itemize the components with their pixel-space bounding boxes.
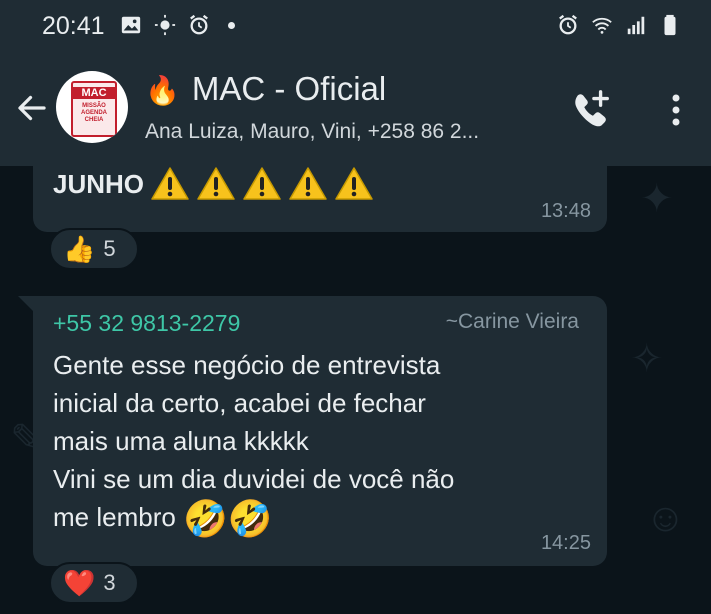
- warning-emoji-icon: [289, 167, 327, 200]
- warning-emoji-icon: [335, 167, 373, 200]
- arrow-back-icon[interactable]: [14, 90, 50, 126]
- group-avatar[interactable]: MAC MISSÃO AGENDA CHEIA: [56, 71, 128, 143]
- message-line: Vini se um dia duvidei de você não: [53, 464, 455, 494]
- alarm-icon: [559, 14, 577, 35]
- fire-emoji: 🔥: [145, 75, 180, 106]
- battery-icon: [664, 14, 676, 36]
- group-name: MAC - Oficial: [191, 70, 387, 107]
- wallpaper-doodle: ☺: [645, 496, 686, 540]
- warning-emoji-icon: [243, 167, 281, 200]
- alarm-icon: [190, 14, 208, 35]
- message-bubble[interactable]: +55 32 9813-2279 ~Carine Vieira Gente es…: [33, 296, 607, 566]
- signal-icon: [627, 16, 645, 35]
- sender-phone[interactable]: +55 32 9813-2279: [53, 310, 240, 337]
- status-time: 20:41: [42, 12, 105, 40]
- message-line: inicial da certo, acabei de fechar: [53, 388, 426, 418]
- reaction-badge[interactable]: 👍 5: [49, 228, 139, 270]
- warning-emoji-icon: [151, 167, 189, 200]
- notification-dot-icon: [228, 21, 235, 29]
- message-bubble[interactable]: JUNHO 13:48: [33, 166, 607, 232]
- reaction-count: 5: [103, 236, 116, 261]
- image-icon: [121, 16, 141, 34]
- chat-area[interactable]: ✦ ✧ ✎ ☺ JUNHO 13:48 👍 5 +55 32 9813-2279…: [0, 166, 711, 614]
- message-last-line: me lembro 🤣🤣: [53, 498, 593, 538]
- reaction-count: 3: [103, 570, 116, 595]
- message-line: mais uma aluna kkkkk: [53, 426, 309, 456]
- avatar-logo-text: MISSÃO AGENDA CHEIA: [80, 103, 107, 123]
- wallpaper-doodle: ✧: [630, 337, 664, 381]
- group-members[interactable]: Ana Luiza, Mauro, Vini, +258 86 2...: [145, 120, 479, 144]
- avatar-logo-mac: MAC: [73, 87, 115, 99]
- warning-emoji-icon: [197, 167, 235, 200]
- heart-emoji: ❤️: [63, 567, 96, 598]
- bubble-tail: [18, 296, 34, 312]
- status-right-icons: [557, 14, 681, 36]
- wallpaper-doodle: ✦: [640, 177, 674, 221]
- avatar-logo: MAC MISSÃO AGENDA CHEIA: [71, 81, 117, 137]
- status-left-icons: [120, 14, 235, 36]
- message-time: 13:48: [540, 200, 591, 222]
- message-text: JUNHO: [53, 166, 374, 202]
- message-time: 14:25: [540, 532, 591, 554]
- brightness-icon: [154, 14, 176, 36]
- status-bar: 20:41: [0, 0, 711, 56]
- wifi-icon: [592, 17, 612, 34]
- message-text: Gente esse negócio de entrevista inicial…: [53, 346, 593, 538]
- more-vert-icon[interactable]: [664, 90, 688, 130]
- chat-header: MAC MISSÃO AGENDA CHEIA 🔥 MAC - Oficial A…: [0, 56, 711, 166]
- reaction-badge[interactable]: ❤️ 3: [49, 562, 139, 604]
- message-line: Gente esse negócio de entrevista: [53, 350, 441, 380]
- message-line: me lembro: [53, 502, 176, 532]
- message-word: JUNHO: [53, 168, 145, 199]
- add-call-icon[interactable]: [568, 88, 614, 134]
- sender-name: ~Carine Vieira: [445, 310, 579, 333]
- laughing-emoji: 🤣🤣: [183, 498, 273, 540]
- thumbs-up-emoji: 👍: [63, 233, 96, 264]
- group-title[interactable]: 🔥 MAC - Oficial: [145, 70, 386, 108]
